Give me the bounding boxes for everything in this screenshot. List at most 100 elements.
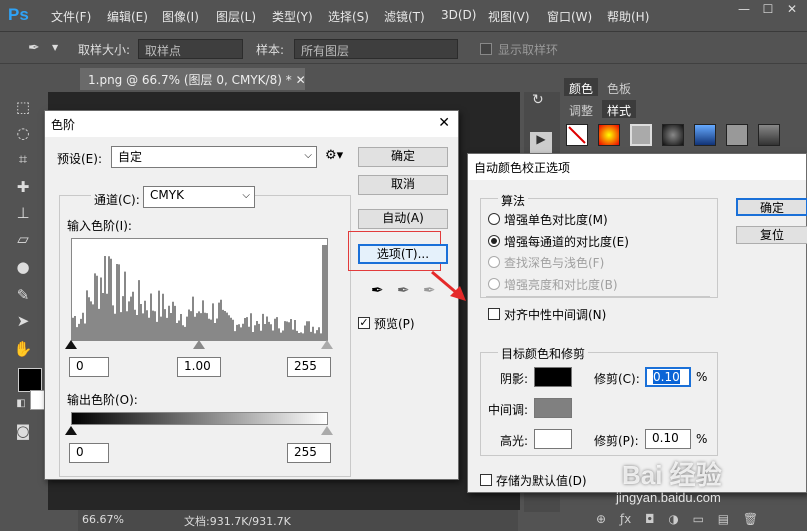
style-swatch-red[interactable] <box>598 124 620 146</box>
preset-select[interactable]: 自定 ⌵ <box>111 146 317 168</box>
options-button[interactable]: 选项(T)... <box>358 244 448 264</box>
radio-find-dark-light-label[interactable]: 查找深色与浅色(F) <box>504 254 604 271</box>
target-colors-label: 目标颜色和修剪 <box>498 345 589 362</box>
preset-options-gear-icon[interactable]: ⚙▾ <box>325 148 343 163</box>
style-swatch-gray[interactable] <box>726 124 748 146</box>
radio-mono-contrast[interactable] <box>488 213 500 225</box>
style-swatch-shade[interactable] <box>758 124 780 146</box>
stamp-tool-icon[interactable]: ⊥ <box>12 204 34 226</box>
minimize-button[interactable]: — <box>733 2 755 18</box>
input-black-slider-handle[interactable] <box>65 340 77 349</box>
eyedropper-tool-icon[interactable]: ✒ <box>28 40 40 56</box>
menu-type[interactable]: 类型(Y) <box>272 8 313 25</box>
sample-size-select[interactable]: 取样点 <box>138 39 243 59</box>
close-window-button[interactable]: ✕ <box>781 2 803 18</box>
menu-filter[interactable]: 滤镜(T) <box>384 8 425 25</box>
zoom-level[interactable]: 66.67% <box>82 513 124 526</box>
swap-colors-icon[interactable]: ◧ <box>10 398 32 420</box>
tab-adjustments[interactable]: 调整 <box>564 100 598 118</box>
highlights-label: 高光: <box>500 434 529 448</box>
sample-select[interactable]: 所有图层 <box>294 39 458 59</box>
menu-3d[interactable]: 3D(D) <box>441 8 476 22</box>
layer-panel-footer-icons[interactable]: ⊕ ƒx ◘ ◑ ▭ ▤ 🗑 <box>596 512 758 526</box>
menu-help[interactable]: 帮助(H) <box>607 8 649 25</box>
highlights-color-swatch[interactable] <box>534 429 572 449</box>
black-eyedropper-icon[interactable]: ✒ <box>371 281 384 299</box>
output-gradient-bar <box>71 412 328 425</box>
path-select-tool-icon[interactable]: ➤ <box>12 312 34 334</box>
radio-mono-contrast-label[interactable]: 增强单色对比度(M) <box>504 211 608 228</box>
lasso-tool-icon[interactable]: ◌ <box>12 124 34 146</box>
input-white-slider-handle[interactable] <box>321 340 333 349</box>
input-white-field[interactable]: 255 <box>287 357 331 377</box>
menu-file[interactable]: 文件(F) <box>51 8 91 25</box>
cancel-button[interactable]: 取消 <box>358 175 448 195</box>
tab-color[interactable]: 颜色 <box>564 78 599 96</box>
midtones-color-swatch[interactable] <box>534 398 572 418</box>
save-default-checkbox[interactable] <box>480 474 492 486</box>
quick-mask-icon[interactable]: ◙ <box>12 422 34 444</box>
style-swatch-dark[interactable] <box>662 124 684 146</box>
document-tab[interactable]: 1.png @ 66.7% (图层 0, CMYK/8) * ✕ <box>80 68 306 90</box>
output-black-slider-handle[interactable] <box>65 426 77 435</box>
tab-swatches[interactable]: 色板 <box>602 78 636 96</box>
close-icon[interactable]: ✕ <box>438 115 450 131</box>
eraser-tool-icon[interactable]: ▱ <box>12 230 34 252</box>
radio-per-channel-contrast[interactable] <box>488 235 500 247</box>
foreground-color-swatch[interactable] <box>18 368 42 392</box>
marquee-tool-icon[interactable]: ⬚ <box>12 98 34 120</box>
ok-button[interactable]: 确定 <box>358 147 448 167</box>
auto-color-titlebar[interactable]: 自动颜色校正选项 <box>468 154 806 180</box>
sample-value: 所有图层 <box>301 44 350 58</box>
shadows-color-swatch[interactable] <box>534 367 572 387</box>
show-ring-checkbox[interactable] <box>480 43 492 55</box>
input-gamma-slider-handle[interactable] <box>193 340 205 349</box>
menu-image[interactable]: 图像(I) <box>162 8 199 25</box>
chevron-down-icon[interactable]: ▼ <box>52 43 58 52</box>
style-swatch-frame[interactable] <box>630 124 652 146</box>
output-white-field[interactable]: 255 <box>287 443 331 463</box>
close-tab-icon[interactable]: ✕ <box>296 73 306 87</box>
ok-button[interactable]: 确定 <box>736 198 807 216</box>
output-black-field[interactable]: 0 <box>69 443 109 463</box>
channel-label: 通道(C): <box>91 191 143 208</box>
clip-shadow-field[interactable]: 0.10 <box>645 367 691 387</box>
tab-styles[interactable]: 样式 <box>602 100 637 118</box>
levels-titlebar[interactable]: 色阶 <box>45 111 458 137</box>
menu-edit[interactable]: 编辑(E) <box>107 8 148 25</box>
menu-select[interactable]: 选择(S) <box>328 8 369 25</box>
snap-neutral-checkbox[interactable] <box>488 308 500 320</box>
pen-tool-icon[interactable]: ✎ <box>12 286 34 308</box>
menu-window[interactable]: 窗口(W) <box>547 8 592 25</box>
auto-button[interactable]: 自动(A) <box>358 209 448 229</box>
reset-button[interactable]: 复位 <box>736 226 807 244</box>
menu-view[interactable]: 视图(V) <box>488 8 530 25</box>
photoshop-logo: Ps <box>8 5 29 24</box>
input-gamma-field[interactable]: 1.00 <box>177 357 221 377</box>
hand-tool-icon[interactable]: ✋ <box>12 340 34 362</box>
radio-brightness-contrast-label[interactable]: 增强亮度和对比度(B) <box>504 276 618 293</box>
output-white-slider-handle[interactable] <box>321 426 333 435</box>
input-black-field[interactable]: 0 <box>69 357 109 377</box>
watermark-url: jingyan.baidu.com <box>616 490 721 505</box>
style-none-swatch[interactable] <box>566 124 588 146</box>
clip-highlight-field[interactable]: 0.10 <box>645 429 691 449</box>
radio-find-dark-light[interactable] <box>488 256 500 268</box>
document-info: 文档:931.7K/931.7K <box>184 515 291 528</box>
style-swatch-blue[interactable] <box>694 124 716 146</box>
chevron-down-icon: ⌵ <box>242 190 250 201</box>
blur-tool-icon[interactable]: ● <box>12 258 34 280</box>
history-icon[interactable]: ↻ <box>532 92 544 108</box>
radio-per-channel-contrast-label[interactable]: 增强每通道的对比度(E) <box>504 233 629 250</box>
radio-brightness-contrast[interactable] <box>488 278 500 290</box>
preview-checkbox[interactable]: ✓ <box>358 317 370 329</box>
input-slider[interactable] <box>65 340 333 352</box>
channel-select[interactable]: CMYK ⌵ <box>143 186 255 208</box>
crop-tool-icon[interactable]: ⌗ <box>12 150 34 172</box>
maximize-button[interactable]: ☐ <box>757 2 779 18</box>
gray-eyedropper-icon[interactable]: ✒ <box>397 281 410 299</box>
menu-layer[interactable]: 图层(L) <box>216 8 256 25</box>
play-action-icon[interactable]: ▶ <box>530 132 552 154</box>
healing-tool-icon[interactable]: ✚ <box>12 178 34 200</box>
output-slider[interactable] <box>65 426 333 438</box>
